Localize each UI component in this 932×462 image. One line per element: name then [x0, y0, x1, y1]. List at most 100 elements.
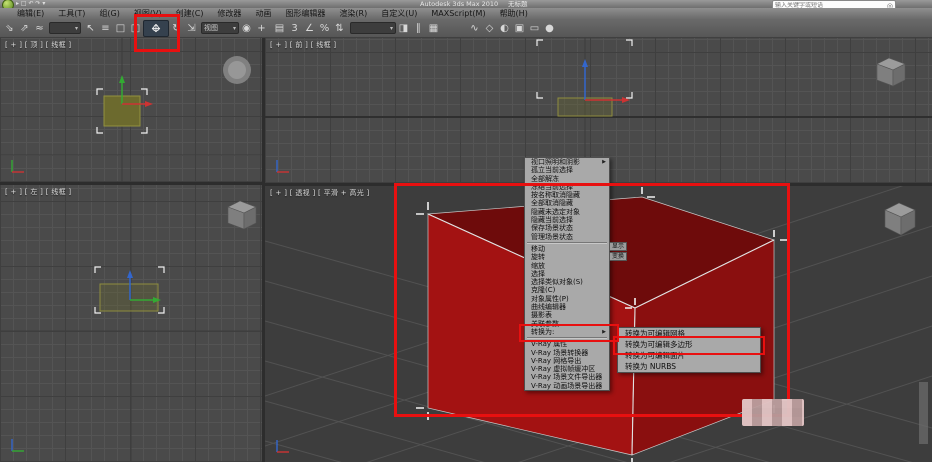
menu-item-rotate[interactable]: 旋转 — [525, 253, 609, 261]
menu-item-unhide-all[interactable]: 全部取消隐藏 — [525, 199, 609, 207]
menu-item-hide-selection[interactable]: 隐藏当前选择 — [525, 216, 609, 224]
select-and-link-icon[interactable]: ⇘ — [2, 20, 17, 37]
context-menu: 视口照明和阴影▶ 孤立当前选择 全部解冻 冻结当前选择 按名称取消隐藏 全部取消… — [524, 157, 610, 391]
menu-item-freeze-selection[interactable]: 冻结当前选择 — [525, 183, 609, 191]
menu-create[interactable]: 创建(C) — [169, 8, 211, 19]
convert-to-submenu: 转换为可编辑网格 转换为可编辑多边形 转换为可编辑面片 转换为 NURBS — [617, 327, 761, 373]
menu-item-save-scene-state[interactable]: 保存场景状态 — [525, 224, 609, 232]
menu-item-dope-sheet[interactable]: 摄影表 — [525, 311, 609, 319]
menu-tools[interactable]: 工具(T) — [51, 8, 92, 19]
material-editor-icon[interactable]: ◐ — [497, 20, 512, 37]
submenu-item-editable-mesh[interactable]: 转换为可编辑网格 — [618, 328, 760, 339]
viewport-left[interactable]: [ + ] [ 左 ] [ 线框 ] — [0, 185, 262, 462]
render-setup-icon[interactable]: ▣ — [512, 20, 527, 37]
menu-item-unhide-by-name[interactable]: 按名称取消隐藏 — [525, 191, 609, 199]
menu-item-curve-editor[interactable]: 曲线编辑器 — [525, 303, 609, 311]
viewcube[interactable] — [877, 58, 905, 86]
menu-help[interactable]: 帮助(H) — [493, 8, 535, 19]
named-selection-set-field[interactable]: ▾ — [350, 22, 396, 34]
quad-label-display: 显示 — [609, 242, 627, 251]
axis-tripod — [277, 160, 289, 172]
render-production-icon[interactable]: ● — [542, 20, 557, 37]
reference-coordinate-dropdown[interactable]: 视图▾ — [201, 22, 239, 34]
select-object-icon[interactable]: ↖ — [83, 20, 98, 37]
percent-snap-icon[interactable]: % — [317, 20, 332, 37]
keyboard-override-icon[interactable]: ▤ — [272, 20, 287, 37]
menu-graph-editors[interactable]: 图形编辑器 — [278, 8, 332, 19]
mirror-icon[interactable]: ◨ — [396, 20, 411, 37]
menu-maxscript[interactable]: MAXScript(M) — [424, 8, 492, 19]
select-by-name-icon[interactable]: ≡ — [98, 20, 113, 37]
schematic-view-icon[interactable]: ◇ — [482, 20, 497, 37]
viewcube[interactable] — [228, 201, 256, 229]
submenu-arrow-icon: ▶ — [602, 158, 606, 166]
viewport-top[interactable]: [ + ] [ 顶 ] [ 线框 ] — [0, 38, 262, 182]
menu-item-unfreeze-all[interactable]: 全部解冻 — [525, 175, 609, 183]
menu-group[interactable]: 组(G) — [92, 8, 126, 19]
selection-filter-dropdown[interactable]: ▾ — [49, 22, 81, 34]
app-title: Autodesk 3ds Max 2010 — [420, 0, 498, 8]
viewport-front-label[interactable]: [ + ] [ 前 ] [ 线框 ] — [270, 40, 336, 50]
bind-to-space-warp-icon[interactable]: ≈ — [32, 20, 47, 37]
select-and-move-button[interactable]: ↔ ↕ — [143, 20, 169, 37]
submenu-item-editable-poly[interactable]: 转换为可编辑多边形 — [618, 339, 760, 350]
viewcube[interactable] — [223, 56, 251, 84]
menu-item-wire-parameters[interactable]: 关联参数 — [525, 320, 609, 328]
use-pivot-center-icon[interactable]: ◉ — [239, 20, 254, 37]
menu-item-vray-properties[interactable]: V-Ray 属性 — [525, 340, 609, 348]
menu-item-isolate-selection[interactable]: 孤立当前选择 — [525, 166, 609, 174]
select-and-scale-icon[interactable]: ⇲ — [184, 20, 199, 37]
menu-separator — [527, 242, 607, 244]
viewcube[interactable] — [885, 203, 915, 235]
menu-item-select[interactable]: 选择 — [525, 270, 609, 278]
rendered-frame-window-icon[interactable]: ▭ — [527, 20, 542, 37]
select-and-manipulate-icon[interactable]: + — [254, 20, 269, 37]
menu-modifiers[interactable]: 修改器 — [210, 8, 248, 19]
snaps-toggle-icon[interactable]: 3 — [287, 20, 302, 37]
select-and-rotate-icon[interactable]: ↻ — [169, 20, 184, 37]
layer-manager-icon[interactable]: ▦ — [426, 20, 441, 37]
menu-item-select-similar[interactable]: 选择类似对象(S) — [525, 278, 609, 286]
window-crossing-icon[interactable]: ◫ — [128, 20, 143, 37]
unlink-selection-icon[interactable]: ⇗ — [17, 20, 32, 37]
viewport-top-label[interactable]: [ + ] [ 顶 ] [ 线框 ] — [5, 40, 71, 50]
move-gizmo[interactable] — [582, 59, 630, 103]
box-object-left-view[interactable] — [100, 284, 158, 311]
menu-item-object-properties[interactable]: 对象属性(P) — [525, 295, 609, 303]
menu-item-vray-vfb[interactable]: V-Ray 虚拟帧缓冲区 — [525, 365, 609, 373]
rect-selection-region-icon[interactable]: □ — [113, 20, 128, 37]
menu-item-convert-to[interactable]: 转换为:▶ — [525, 328, 609, 336]
menu-item-viewport-lighting[interactable]: 视口照明和阴影▶ — [525, 158, 609, 166]
align-icon[interactable]: ∥ — [411, 20, 426, 37]
axis-tripod — [12, 439, 24, 451]
curve-editor-icon[interactable]: ∿ — [467, 20, 482, 37]
viewport-left-label[interactable]: [ + ] [ 左 ] [ 线框 ] — [5, 187, 71, 197]
viewport-perspective-label[interactable]: [ + ] [ 透视 ] [ 平滑 + 高光 ] — [270, 188, 370, 198]
menu-views[interactable]: 视图(V) — [127, 8, 169, 19]
quick-access-toolbar[interactable]: ▸ □ ↶ ↷ ▾ — [16, 0, 45, 8]
submenu-item-nurbs[interactable]: 转换为 NURBS — [618, 361, 760, 372]
quad-section-labels: 显示 变换 — [609, 242, 627, 261]
menu-item-move[interactable]: 移动 — [525, 245, 609, 253]
menu-item-clone[interactable]: 克隆(C) — [525, 286, 609, 294]
menu-item-vray-scene-converter[interactable]: V-Ray 场景转换器 — [525, 349, 609, 357]
background-object — [919, 382, 928, 444]
chevron-down-icon: ▾ — [390, 25, 393, 32]
menu-item-vray-anim-scene-export[interactable]: V-Ray 动画场景导出器 — [525, 382, 609, 390]
menu-item-scale[interactable]: 缩放 — [525, 262, 609, 270]
blurred-watermark — [742, 399, 804, 426]
menu-item-hide-unselected[interactable]: 隐藏未选定对象 — [525, 208, 609, 216]
axis-tripod — [12, 160, 24, 172]
menu-customize[interactable]: 自定义(U) — [374, 8, 424, 19]
menu-item-manage-scene-states[interactable]: 管理场景状态 — [525, 233, 609, 241]
submenu-item-editable-patch[interactable]: 转换为可编辑面片 — [618, 350, 760, 361]
angle-snap-icon[interactable]: ∠ — [302, 20, 317, 37]
menu-bar: 编辑(E) 工具(T) 组(G) 视图(V) 创建(C) 修改器 动画 图形编辑… — [0, 8, 932, 19]
spinner-snap-icon[interactable]: ⇅ — [332, 20, 347, 37]
3dsmax-window: ▸ □ ↶ ↷ ▾ Autodesk 3ds Max 2010 无标题 ◎ ↻ … — [0, 0, 932, 462]
menu-rendering[interactable]: 渲染(R) — [332, 8, 374, 19]
menu-edit[interactable]: 编辑(E) — [10, 8, 51, 19]
menu-animation[interactable]: 动画 — [248, 8, 278, 19]
menu-item-vray-scene-file-export[interactable]: V-Ray 场景文件导出器 — [525, 373, 609, 381]
menu-item-vray-mesh-export[interactable]: V-Ray 网格导出 — [525, 357, 609, 365]
